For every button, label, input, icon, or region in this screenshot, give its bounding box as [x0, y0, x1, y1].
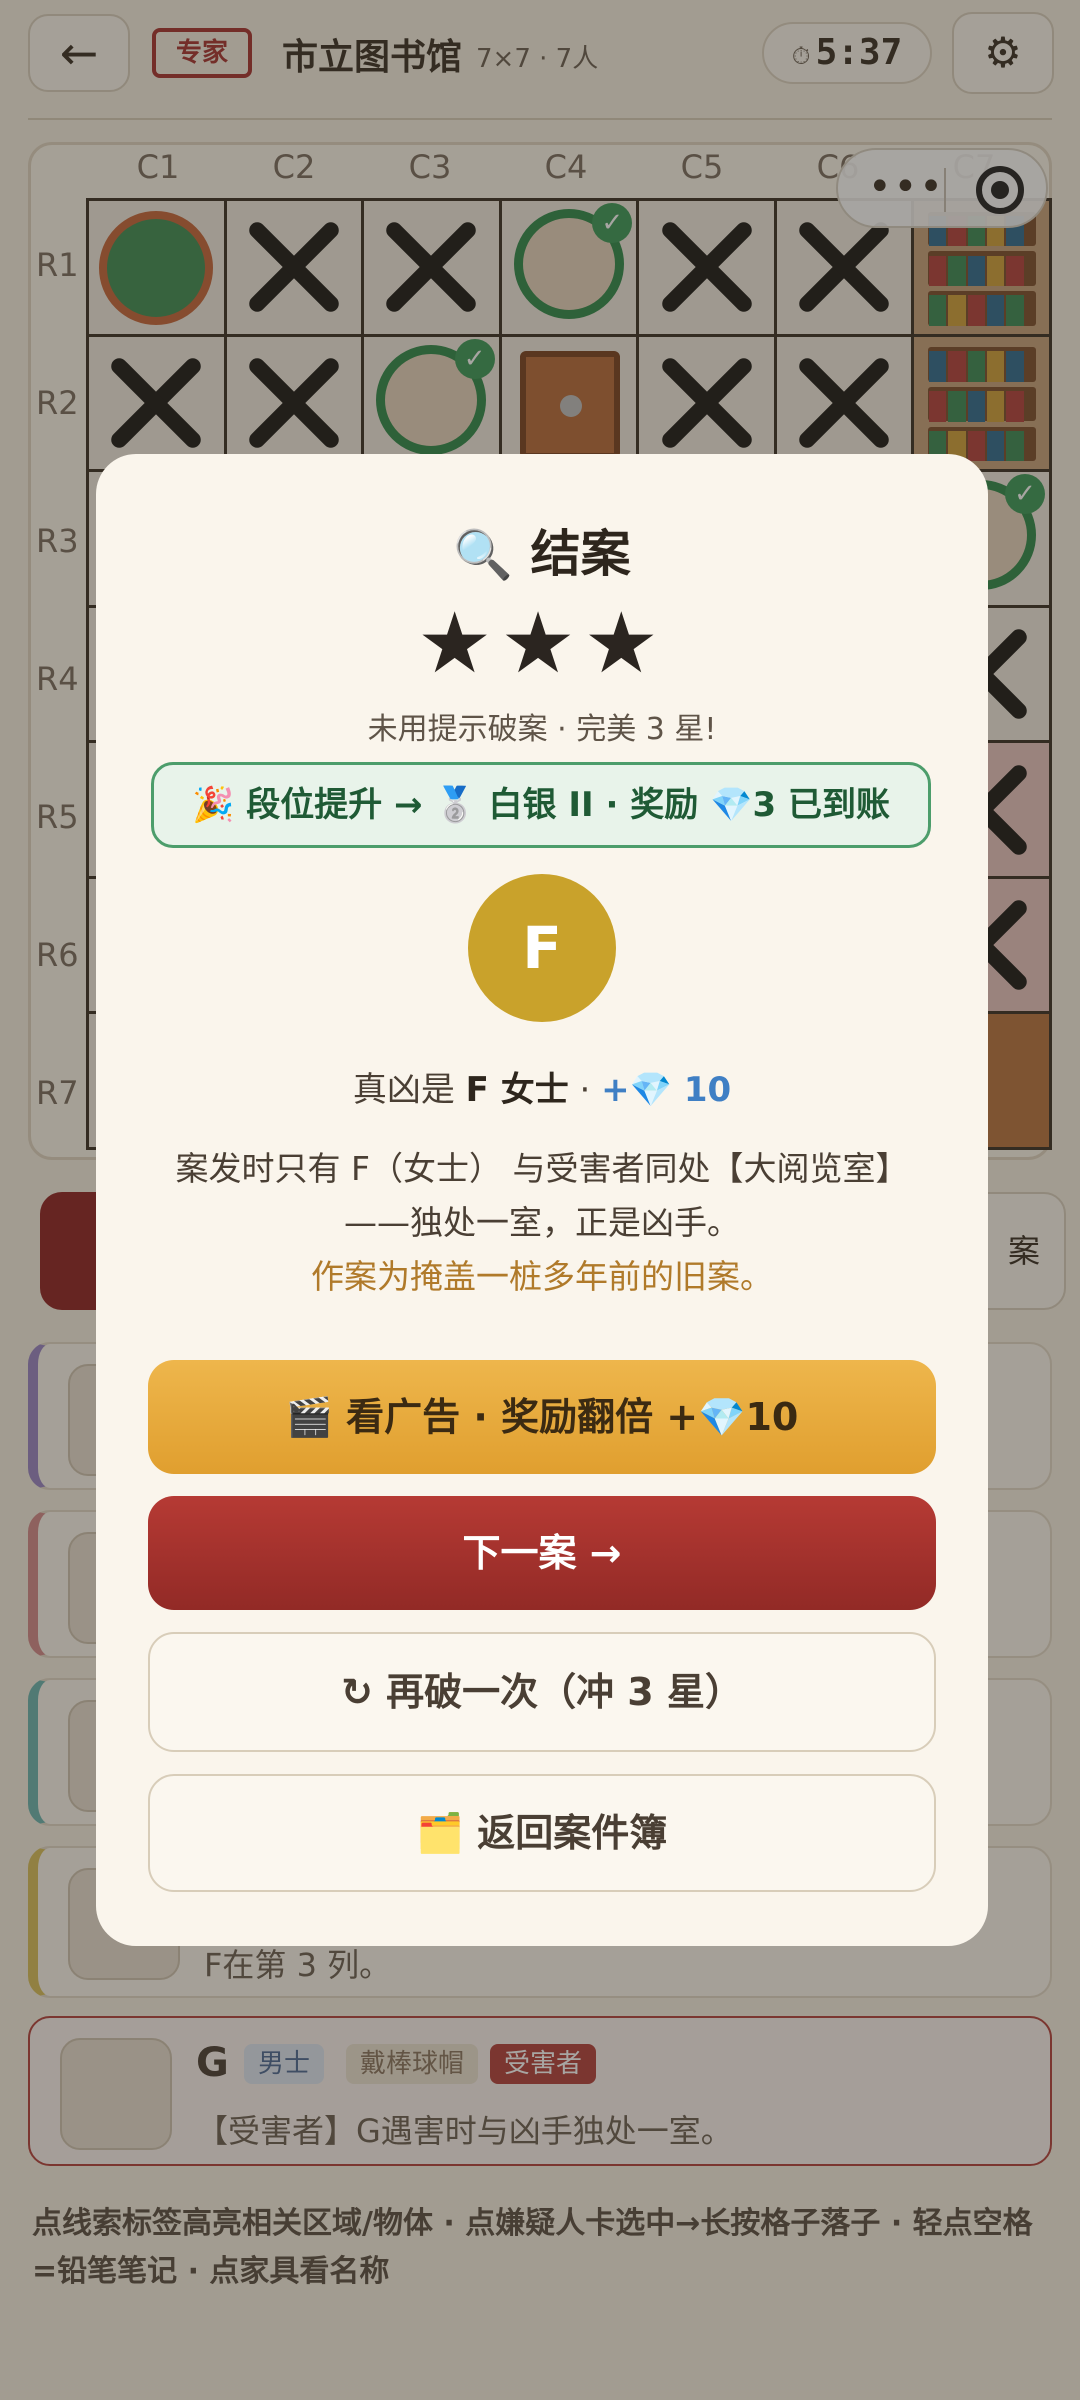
culprit-avatar: F [468, 874, 616, 1022]
magnifier-icon: 🔍 [453, 527, 514, 583]
back-to-casebook-button[interactable]: 🗂️ 返回案件簿 [148, 1774, 936, 1892]
explanation-line: 案发时只有 F（女士） 与受害者同处【大阅览室】 [175, 1149, 909, 1188]
case-explanation: 案发时只有 F（女士） 与受害者同处【大阅览室】 ——独处一室，正是凶手。 作案… [136, 1142, 948, 1304]
motive-line: 作案为掩盖一桩多年前的旧案。 [311, 1257, 773, 1296]
rank-up-banner: 🎉 段位提升 → 🥈 白银 II · 奖励 💎3 已到账 [151, 762, 931, 848]
dialog-title: 🔍 结案 [96, 514, 988, 586]
separator: · [568, 1070, 602, 1110]
star-rating: ★★★ [417, 594, 667, 692]
retry-button[interactable]: ↻ 再破一次（冲 3 星） [148, 1632, 936, 1752]
dialog-title-text: 结案 [530, 525, 631, 583]
culprit-reveal: 真凶是 F 女士 · +💎 10 [96, 1062, 988, 1111]
gem-reward: +💎 10 [601, 1070, 732, 1110]
watch-ad-double-button[interactable]: 🎬 看广告 · 奖励翻倍 +💎10 [148, 1360, 936, 1474]
explanation-line: ——独处一室，正是凶手。 [344, 1203, 740, 1242]
next-case-button[interactable]: 下一案 → [148, 1496, 936, 1610]
culprit-name: F 女士 [465, 1070, 569, 1110]
rating-subtitle: 未用提示破案 · 完美 3 星! [367, 712, 717, 747]
culprit-prefix: 真凶是 [352, 1070, 466, 1110]
case-closed-dialog: 🔍 结案 ★★★ 未用提示破案 · 完美 3 星! 🎉 段位提升 → 🥈 白银 … [96, 454, 988, 1946]
